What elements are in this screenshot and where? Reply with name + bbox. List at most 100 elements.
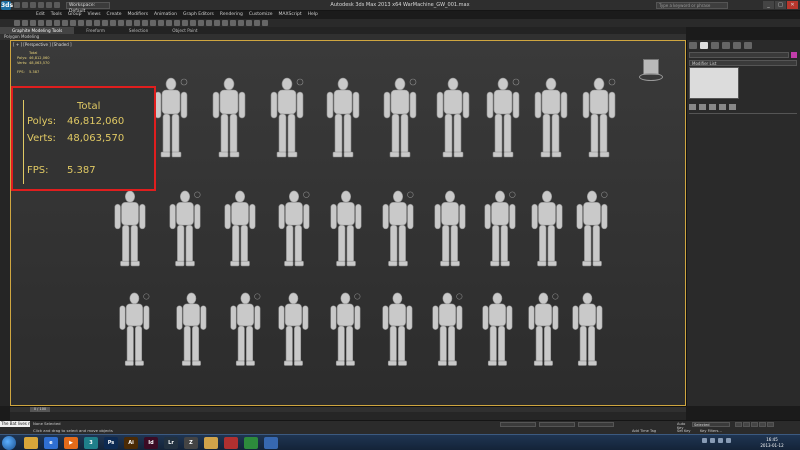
robot-figure[interactable]	[330, 292, 361, 366]
pin-stack-icon[interactable]	[689, 104, 696, 110]
align-icon[interactable]	[198, 20, 204, 26]
robot-figure[interactable]	[572, 292, 603, 366]
viewport-label[interactable]: [ + ] [Perspective ] [Shaded ]	[13, 42, 72, 47]
track-bar[interactable]	[10, 412, 686, 420]
mirror-icon[interactable]	[190, 20, 196, 26]
make-unique-icon[interactable]	[709, 104, 716, 110]
modifier-list-dropdown[interactable]: Modifier List	[689, 60, 797, 66]
robot-figure[interactable]	[582, 77, 616, 158]
x-coordinate-field[interactable]	[500, 422, 536, 427]
render-icon[interactable]	[262, 20, 268, 26]
remove-modifier-icon[interactable]	[719, 104, 726, 110]
ribbon-tab-graphite-modeling-tools[interactable]: Graphite Modeling Tools	[0, 27, 75, 34]
snaps-icon[interactable]	[150, 20, 156, 26]
robot-figure[interactable]	[326, 77, 360, 158]
perspective-viewport[interactable]: [ + ] [Perspective ] [Shaded ] Total Pol…	[10, 40, 686, 406]
robot-figure[interactable]	[436, 77, 470, 158]
ribbon-tab-object-paint[interactable]: Object Paint	[160, 27, 209, 34]
robot-figure[interactable]	[531, 190, 563, 267]
tray-flag-icon[interactable]	[718, 438, 723, 443]
z-coordinate-field[interactable]	[578, 422, 614, 427]
object-name-field[interactable]	[689, 52, 789, 58]
schematic-view-icon[interactable]	[230, 20, 236, 26]
robot-figure[interactable]	[154, 77, 188, 158]
previous-frame-icon[interactable]	[743, 422, 750, 427]
robot-figure[interactable]	[230, 292, 261, 366]
ribbon-tab-freeform[interactable]: Freeform	[74, 27, 117, 34]
robot-figure[interactable]	[270, 77, 304, 158]
reference-coord-icon[interactable]	[118, 20, 124, 26]
robot-figure[interactable]	[484, 190, 516, 267]
angle-snap-icon[interactable]	[158, 20, 164, 26]
unlink-icon[interactable]	[38, 20, 44, 26]
key-filters-button[interactable]: Key Filters...	[700, 429, 722, 433]
robot-figure[interactable]	[176, 292, 207, 366]
spinner-snap-icon[interactable]	[174, 20, 180, 26]
add-time-tag[interactable]: Add Time Tag	[632, 429, 656, 433]
maximize-button[interactable]: □	[775, 1, 786, 9]
robot-figure[interactable]	[383, 77, 417, 158]
y-coordinate-field[interactable]	[539, 422, 575, 427]
menu-item-edit[interactable]: Edit	[36, 11, 45, 19]
selection-filter-icon[interactable]	[54, 20, 60, 26]
material-editor-icon[interactable]	[238, 20, 244, 26]
taskbar-folder-icon[interactable]	[204, 437, 218, 449]
robot-figure[interactable]	[576, 190, 608, 267]
bind-space-warp-icon[interactable]	[46, 20, 52, 26]
motion-tab-icon[interactable]	[722, 42, 730, 49]
modify-tab-icon[interactable]	[700, 42, 708, 49]
taskbar-app-blue-icon[interactable]	[264, 437, 278, 449]
robot-figure[interactable]	[278, 190, 310, 267]
key-set-select[interactable]: Selected	[692, 422, 730, 427]
taskbar-app-green-icon[interactable]	[244, 437, 258, 449]
menu-item-maxscript[interactable]: MAXScript	[279, 11, 302, 19]
undo-icon[interactable]	[14, 20, 20, 26]
robot-figure[interactable]	[432, 292, 463, 366]
rectangle-region-icon[interactable]	[78, 20, 84, 26]
rendered-frame-icon[interactable]	[254, 20, 260, 26]
taskbar-3dsmax-icon[interactable]: 3	[84, 437, 98, 449]
create-tab-icon[interactable]	[689, 42, 697, 49]
robot-figure[interactable]	[486, 77, 520, 158]
keyboard-shortcut-icon[interactable]	[142, 20, 148, 26]
menu-item-animation[interactable]: Animation	[154, 11, 177, 19]
menu-item-tools[interactable]: Tools	[51, 11, 62, 19]
robot-figure[interactable]	[224, 190, 256, 267]
tray-volume-icon[interactable]	[710, 438, 715, 443]
taskbar-explorer-icon[interactable]	[24, 437, 38, 449]
menu-item-rendering[interactable]: Rendering	[220, 11, 243, 19]
menu-item-group[interactable]: Group	[68, 11, 82, 19]
play-icon[interactable]	[751, 422, 758, 427]
taskbar-indesign-icon[interactable]: Id	[144, 437, 158, 449]
tray-power-icon[interactable]	[726, 438, 731, 443]
robot-figure[interactable]	[330, 190, 362, 267]
robot-figure[interactable]	[482, 292, 513, 366]
taskbar-zbrush-icon[interactable]: Z	[184, 437, 198, 449]
go-to-start-icon[interactable]	[735, 422, 742, 427]
pivot-center-icon[interactable]	[126, 20, 132, 26]
select-manipulate-icon[interactable]	[134, 20, 140, 26]
display-tab-icon[interactable]	[733, 42, 741, 49]
taskbar-ie-icon[interactable]: e	[44, 437, 58, 449]
robot-figure[interactable]	[212, 77, 246, 158]
named-selection-icon[interactable]	[182, 20, 188, 26]
tray-network-icon[interactable]	[702, 438, 707, 443]
percent-snap-icon[interactable]	[166, 20, 172, 26]
menu-item-help[interactable]: Help	[308, 11, 318, 19]
curve-editor-icon[interactable]	[222, 20, 228, 26]
taskbar-lightroom-icon[interactable]: Lr	[164, 437, 178, 449]
ribbon-panel-label[interactable]: Polygon Modeling	[0, 34, 39, 39]
select-by-name-icon[interactable]	[70, 20, 76, 26]
configure-modifier-sets-icon[interactable]	[729, 104, 736, 110]
utilities-tab-icon[interactable]	[744, 42, 752, 49]
robot-figure[interactable]	[434, 190, 466, 267]
taskbar-app-red-icon[interactable]	[224, 437, 238, 449]
layer-manager-icon[interactable]	[206, 20, 212, 26]
set-key-button[interactable]: Set Key	[677, 429, 691, 433]
robot-figure[interactable]	[278, 292, 309, 366]
menu-item-modifiers[interactable]: Modifiers	[128, 11, 149, 19]
window-crossing-icon[interactable]	[86, 20, 92, 26]
close-button[interactable]: ✕	[787, 1, 798, 9]
viewcube-icon[interactable]	[639, 57, 663, 85]
taskbar-photoshop-icon[interactable]: Ps	[104, 437, 118, 449]
